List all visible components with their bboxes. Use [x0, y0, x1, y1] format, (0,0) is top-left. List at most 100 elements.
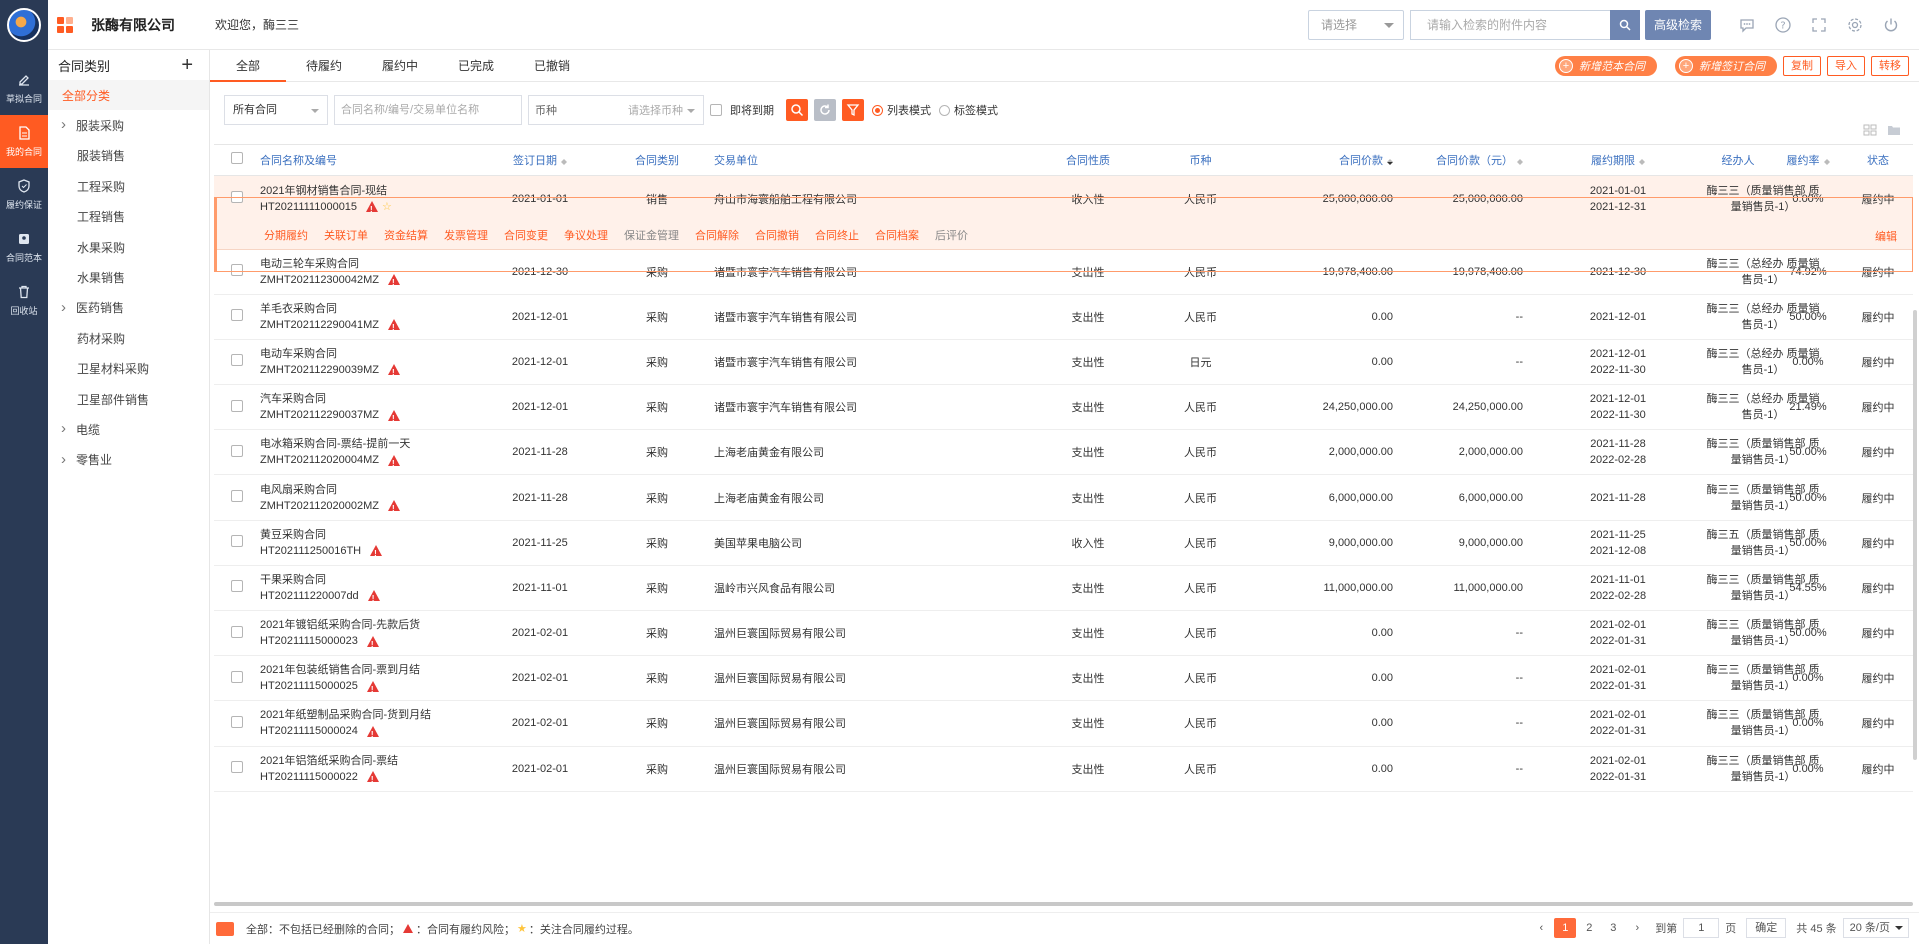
contract-name[interactable]: 干果采购合同 — [260, 572, 480, 588]
attachment-search-input[interactable]: 请输入检索的附件内容 — [1409, 10, 1610, 40]
row-action-5[interactable]: 争议处理 — [564, 227, 608, 243]
row-select-cell[interactable] — [214, 520, 260, 566]
contract-name[interactable]: 电动车采购合同 — [260, 346, 480, 362]
tab-2[interactable]: 履约中 — [362, 50, 438, 82]
column-header-2[interactable]: 合同类别 — [600, 145, 714, 176]
row-checkbox[interactable] — [231, 444, 243, 457]
add-category-icon[interactable]: + — [181, 55, 193, 75]
row-action-8[interactable]: 合同撤销 — [755, 227, 799, 243]
row-checkbox[interactable] — [231, 191, 243, 204]
table-row[interactable]: 2021年镀铝纸采购合同-先款后货 HT20211115000023 2021-02… — [214, 610, 1913, 657]
contract-name-cell[interactable]: 2021年钢材销售合同-现结HT20211111000015 ☆ — [260, 175, 480, 222]
row-select-cell[interactable] — [214, 384, 260, 431]
row-action-1[interactable]: 关联订单 — [324, 227, 368, 243]
keyword-search-input[interactable]: 合同名称/编号/交易单位名称 — [334, 95, 522, 125]
row-checkbox[interactable] — [231, 309, 243, 322]
row-action-9[interactable]: 合同终止 — [815, 227, 859, 243]
sidebar-item-6[interactable]: 水果销售 — [48, 262, 209, 292]
table-row[interactable]: 电动车采购合同ZMHT202112290039MZ2021-12-01采购诸暨市… — [214, 339, 1913, 386]
row-checkbox[interactable] — [231, 580, 243, 593]
list-mode-radio[interactable]: 列表模式 — [872, 102, 931, 118]
page-number-2[interactable]: 2 — [1578, 918, 1600, 938]
table-row[interactable]: 汽车采购合同ZMHT202112290037MZ2021-12-01采购诸暨市寰… — [214, 384, 1913, 431]
row-select-cell[interactable] — [214, 565, 260, 612]
contract-name[interactable]: 汽车采购合同 — [260, 391, 480, 407]
next-page-icon[interactable]: › — [1626, 918, 1648, 938]
row-select-cell[interactable] — [214, 339, 260, 386]
select-all-checkbox[interactable] — [231, 152, 243, 165]
card-view-icon[interactable] — [1863, 124, 1877, 139]
sidebar-item-7[interactable]: 医药销售 — [48, 293, 209, 323]
row-select-cell[interactable] — [214, 429, 260, 476]
row-action-7[interactable]: 合同解除 — [695, 227, 739, 243]
sidebar-item-8[interactable]: 药材采购 — [48, 323, 209, 353]
column-header-0[interactable]: 合同名称及编号 — [260, 145, 480, 176]
rail-item-2[interactable]: 履约保证 — [0, 168, 48, 221]
search-scope-select[interactable]: 请选择 — [1307, 10, 1404, 40]
table-row[interactable]: 电冰箱采购合同-票结-提前一天 ZMHT202112020004MZ 2021-11… — [214, 429, 1913, 476]
contract-name[interactable]: 黄豆采购合同 — [260, 527, 480, 543]
folder-icon[interactable] — [1887, 124, 1901, 139]
advanced-search-button[interactable]: 高级检索 — [1644, 10, 1711, 40]
contract-name-cell[interactable]: 电冰箱采购合同-票结-提前一天 ZMHT202112020004MZ — [260, 429, 480, 476]
tab-1[interactable]: 待履约 — [286, 50, 362, 82]
sort-icon[interactable] — [1387, 156, 1393, 166]
prev-page-icon[interactable]: ‹ — [1530, 918, 1552, 938]
vertical-scrollbar[interactable] — [1913, 310, 1917, 760]
column-header-4[interactable]: 合同性质 — [1038, 145, 1138, 176]
contract-name-cell[interactable]: 电动三轮车采购合同 ZMHT202112300042MZ — [260, 249, 480, 295]
row-checkbox[interactable] — [231, 490, 243, 503]
rail-item-4[interactable]: 回收站 — [0, 274, 48, 327]
reset-button[interactable] — [814, 99, 836, 121]
column-header-3[interactable]: 交易单位 — [714, 145, 928, 176]
page-number-1[interactable]: 1 — [1554, 918, 1577, 938]
sidebar-item-0[interactable]: 全部分类 — [48, 80, 209, 111]
row-select-cell[interactable] — [214, 175, 260, 222]
table-row[interactable]: 干果采购合同HT202111220007dd2021-11-01采购温岭市兴风食… — [214, 565, 1913, 612]
sort-icon[interactable] — [1639, 156, 1645, 166]
contract-name[interactable]: 2021年包装纸销售合同-票到月结 — [260, 662, 480, 678]
row-checkbox[interactable] — [231, 670, 243, 683]
horizontal-scrollbar[interactable] — [214, 902, 1913, 906]
table-row[interactable]: 电动三轮车采购合同ZMHT202112300042MZ2021-12-30采购诸… — [214, 249, 1913, 295]
column-header-11[interactable]: 状态 — [1843, 145, 1913, 176]
contract-name[interactable]: 2021年钢材销售合同-现结 — [260, 183, 480, 199]
contract-name[interactable]: 2021年铝箔纸采购合同-票结 — [260, 753, 480, 769]
contract-name-cell[interactable]: 2021年包装纸销售合同-票到月结 HT20211115000025 — [260, 655, 480, 702]
sort-icon[interactable] — [561, 156, 567, 166]
tag-mode-radio[interactable]: 标签模式 — [939, 102, 998, 118]
contract-name[interactable]: 电冰箱采购合同-票结-提前一天 — [260, 436, 480, 452]
contract-name-cell[interactable]: 2021年纸塑制品采购合同-货到月结 HT20211115000024 — [260, 700, 480, 747]
column-header-6[interactable]: 合同价款 — [1263, 145, 1403, 176]
goto-page-input[interactable]: 1 — [1683, 918, 1720, 938]
power-icon[interactable] — [1873, 16, 1909, 34]
message-icon[interactable] — [1729, 16, 1765, 34]
filter-settings-button[interactable] — [842, 99, 864, 121]
copy-button[interactable]: 复制 — [1783, 56, 1821, 76]
table-row[interactable]: 羊毛衣采购合同ZMHT202112290041MZ2021-12-01采购诸暨市… — [214, 294, 1913, 340]
contract-name[interactable]: 电风扇采购合同 — [260, 482, 480, 498]
search-button[interactable] — [1609, 10, 1640, 40]
row-checkbox[interactable] — [231, 535, 243, 548]
row-select-cell[interactable] — [214, 249, 260, 295]
sidebar-item-4[interactable]: 工程销售 — [48, 202, 209, 232]
select-all-header[interactable] — [214, 145, 260, 176]
row-action-2[interactable]: 资金结算 — [384, 227, 428, 243]
app-logo[interactable] — [7, 8, 41, 42]
import-button[interactable]: 导入 — [1827, 56, 1865, 76]
contract-name[interactable]: 2021年镀铝纸采购合同-先款后货 — [260, 617, 480, 633]
currency-select[interactable]: 币种 请选择币种 — [528, 95, 704, 125]
row-checkbox[interactable] — [231, 354, 243, 367]
sidebar-item-11[interactable]: 电缆 — [48, 414, 209, 444]
table-row[interactable]: 2021年铝箔纸采购合同-票结HT202111150000222021-02-0… — [214, 746, 1913, 792]
apps-grid-icon[interactable] — [57, 16, 73, 33]
goto-confirm-button[interactable]: 确定 — [1746, 918, 1787, 938]
settings-gear-icon[interactable] — [1837, 16, 1873, 34]
table-row[interactable]: 电风扇采购合同ZMHT202112020002MZ2021-11-28采购上海老… — [214, 474, 1913, 521]
page-size-select[interactable]: 20 条/页 — [1842, 918, 1909, 938]
fullscreen-icon[interactable] — [1801, 16, 1837, 34]
contract-name-cell[interactable]: 电风扇采购合同 ZMHT202112020002MZ — [260, 474, 480, 521]
table-row[interactable]: 2021年钢材销售合同-现结HT20211111000015 ☆ 2021-01-0… — [214, 175, 1913, 222]
sidebar-item-9[interactable]: 卫星材料采购 — [48, 354, 209, 384]
contract-name[interactable]: 羊毛衣采购合同 — [260, 301, 480, 317]
